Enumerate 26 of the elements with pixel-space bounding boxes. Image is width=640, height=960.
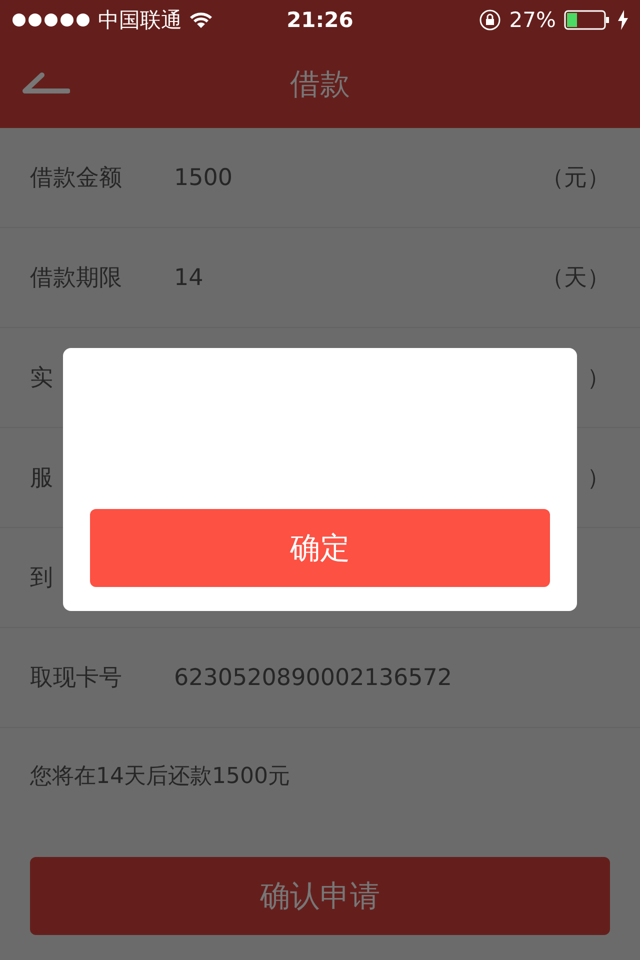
field-value: 1500 (174, 164, 234, 190)
battery-percent: 27% (509, 8, 556, 32)
field-label: 借款金额 (30, 164, 123, 193)
repayment-note: 您将在14天后还款1500元 (30, 763, 290, 791)
field-value: 14 (174, 264, 204, 290)
field-label: 借款期限 (30, 264, 123, 293)
wifi-icon (190, 12, 212, 28)
field-label: 实 (30, 364, 54, 393)
page-title: 借款 (290, 66, 350, 104)
rotation-lock-icon (479, 9, 502, 31)
confirm-button[interactable]: 确定 (90, 509, 550, 587)
field-value: 6230520890002136572 (174, 664, 454, 690)
carrier-name: 中国联通 (98, 7, 182, 34)
battery-icon (564, 10, 610, 30)
field-label: 到 (30, 564, 54, 593)
unit-label: （元） (541, 164, 610, 193)
submit-button[interactable]: 确认申请 (30, 857, 610, 935)
clock-time: 21:26 (286, 8, 354, 32)
unit-label: ） (587, 464, 610, 493)
field-label: 取现卡号 (30, 664, 123, 693)
unit-label: （天） (541, 264, 610, 293)
unit-label: ） (587, 364, 610, 393)
back-arrow-icon[interactable] (22, 72, 70, 94)
charging-icon (618, 10, 628, 30)
signal-icon (12, 13, 90, 27)
field-label: 服 (30, 464, 54, 493)
